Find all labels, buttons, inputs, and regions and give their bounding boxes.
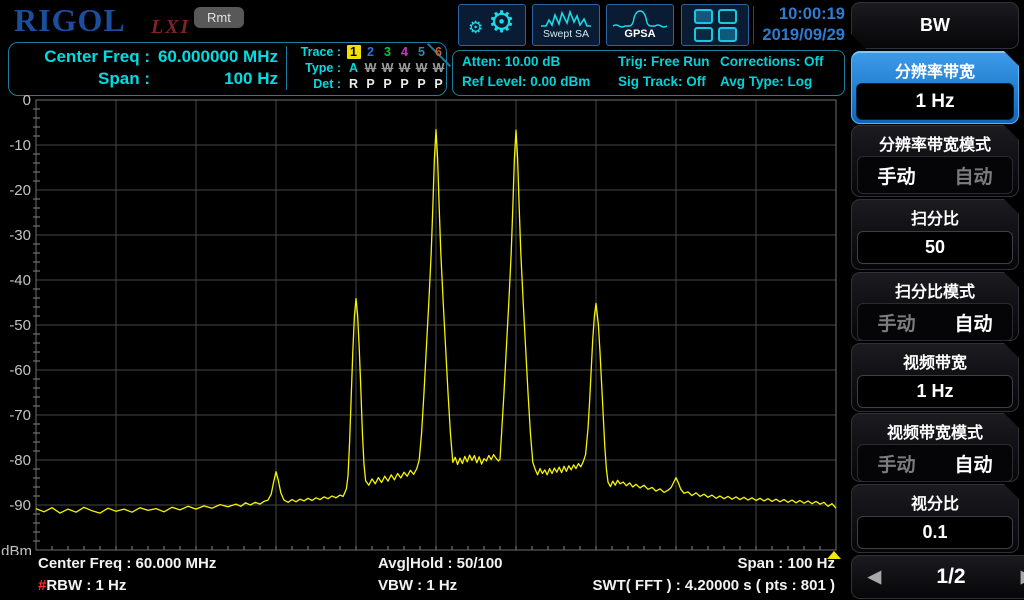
trace-detector: P xyxy=(413,76,430,92)
trace-detector: P xyxy=(379,76,396,92)
svg-text:dBm: dBm xyxy=(1,543,32,555)
type-row-label: Type : xyxy=(293,60,341,76)
trace-type: W xyxy=(413,60,430,76)
rbw-value: 1 Hz xyxy=(856,83,1014,120)
corrections-avg-column: Corrections: Off Avg Type: Log xyxy=(720,52,824,92)
rigol-logo: RIGOL xyxy=(14,2,126,39)
vbw-label: 视频带宽 xyxy=(852,344,1018,373)
time-display: 10:00:19 xyxy=(735,4,845,25)
sweep-ratio-mode-manual[interactable]: 手动 xyxy=(877,309,915,336)
svg-text:-80: -80 xyxy=(9,452,31,469)
sweep-ratio-value: 50 xyxy=(857,231,1013,264)
footer-span: Span : 100 Hz xyxy=(655,555,835,572)
rbw-label: 分辨率带宽 xyxy=(852,53,1018,82)
svg-text:0: 0 xyxy=(23,95,31,109)
rbw-mode-auto[interactable]: 自动 xyxy=(954,162,992,189)
system-settings-button[interactable]: ⚙⚙ xyxy=(458,4,526,46)
rbw-mode-label: 分辨率带宽模式 xyxy=(852,126,1018,155)
trace-number: 3 xyxy=(379,44,396,60)
date-display: 2019/09/29 xyxy=(735,25,845,46)
ref-level-value: Ref Level: 0.00 dBm xyxy=(462,72,590,92)
trace-number: 1 xyxy=(347,45,361,59)
span-label: Span : xyxy=(14,69,150,89)
svg-text:-30: -30 xyxy=(9,227,31,244)
gpsa-waveform-icon xyxy=(612,10,668,30)
vbw-mode-auto[interactable]: 自动 xyxy=(954,450,992,477)
lxi-badge: LXI xyxy=(151,16,190,39)
footer-center-freq: Center Freq : 60.000 MHz xyxy=(38,555,216,572)
softkey-sweep-ratio-mode[interactable]: 扫分比模式 手动 自动 xyxy=(851,272,1019,341)
avg-type-value: Avg Type: Log xyxy=(720,72,824,92)
footer-rbw: #RBW : 1 Hz xyxy=(38,577,126,594)
trace-detector: P xyxy=(430,76,447,92)
svg-text:-50: -50 xyxy=(9,317,31,334)
trace-number: 2 xyxy=(362,44,379,60)
gpsa-mode-button[interactable]: GPSA xyxy=(606,4,674,46)
softkey-vbw-mode[interactable]: 视频带宽模式 手动 自动 xyxy=(851,413,1019,482)
softkey-rbw[interactable]: 分辨率带宽 1 Hz xyxy=(851,51,1019,124)
clock: 10:00:19 2019/09/29 xyxy=(735,4,845,46)
sweep-ratio-label: 扫分比 xyxy=(852,200,1018,229)
softkey-vbw[interactable]: 视频带宽 1 Hz xyxy=(851,343,1019,412)
svg-text:-20: -20 xyxy=(9,182,31,199)
softkey-rbw-mode[interactable]: 分辨率带宽模式 手动 自动 xyxy=(851,125,1019,197)
trace-row-label: Trace : xyxy=(293,44,341,60)
swept-sa-mode-button[interactable]: Swept SA xyxy=(532,4,600,46)
page-prev-arrow-icon[interactable]: ◀ xyxy=(868,567,881,587)
sweep-ratio-mode-auto[interactable]: 自动 xyxy=(954,309,992,336)
sig-track-value: Sig Track: Off xyxy=(618,72,710,92)
trace-number: 5 xyxy=(413,44,430,60)
trig-sigtrack-column: Trig: Free Run Sig Track: Off xyxy=(618,52,710,92)
menu-title-bw: BW xyxy=(851,2,1019,49)
trace-type: A xyxy=(345,60,362,76)
spectrum-graph: 0 -10 -20 -30 -40 -50 -60 -70 -80 -90 dBm xyxy=(0,95,848,555)
v-ratio-value: 0.1 xyxy=(857,516,1013,549)
gear-icon: ⚙⚙ xyxy=(459,5,525,45)
vbw-mode-manual[interactable]: 手动 xyxy=(877,450,915,477)
panel-divider xyxy=(286,46,287,90)
v-ratio-label: 视分比 xyxy=(852,485,1018,514)
four-squares-icon xyxy=(694,9,737,42)
svg-text:-10: -10 xyxy=(9,137,31,154)
corrections-value: Corrections: Off xyxy=(720,52,824,72)
swept-sa-label: Swept SA xyxy=(543,28,589,40)
trace-detector: R xyxy=(345,76,362,92)
vbw-value: 1 Hz xyxy=(857,375,1013,408)
softkey-sweep-ratio[interactable]: 扫分比 50 xyxy=(851,199,1019,270)
trace-detector: P xyxy=(362,76,379,92)
center-freq-value: 60.000000 MHz xyxy=(150,47,278,67)
trace-detector: P xyxy=(396,76,413,92)
sweep-ratio-mode-label: 扫分比模式 xyxy=(852,273,1018,302)
span-value: 100 Hz xyxy=(150,69,278,89)
softkey-v-ratio[interactable]: 视分比 0.1 xyxy=(851,484,1019,553)
menu-pager[interactable]: ◀ 1/2 ▶ xyxy=(851,555,1024,599)
trace-type: W xyxy=(396,60,413,76)
trace-type: W xyxy=(379,60,396,76)
atten-value: Atten: 10.00 dB xyxy=(462,52,590,72)
page-indicator: 1/2 xyxy=(936,565,965,589)
svg-text:-90: -90 xyxy=(9,497,31,514)
atten-ref-column: Atten: 10.00 dB Ref Level: 0.00 dBm xyxy=(462,52,590,92)
center-freq-label: Center Freq : xyxy=(14,47,150,67)
footer-vbw: VBW : 1 Hz xyxy=(378,577,457,594)
trig-value: Trig: Free Run xyxy=(618,52,710,72)
trace-number: 4 xyxy=(396,44,413,60)
footer-avg-hold: Avg|Hold : 50/100 xyxy=(378,555,503,572)
svg-text:-40: -40 xyxy=(9,272,31,289)
rbw-mode-manual[interactable]: 手动 xyxy=(877,162,915,189)
trace-number: 6 xyxy=(430,44,447,60)
trace-status-table: Trace : 123456 Type : AWWWWW Det : RPPPP… xyxy=(293,44,447,92)
remote-indicator-badge: Rmt xyxy=(194,7,244,28)
vbw-mode-label: 视频带宽模式 xyxy=(852,414,1018,443)
footer-swt: SWT( FFT ) : 4.20000 s ( pts : 801 ) xyxy=(535,577,835,594)
trace-type: W xyxy=(362,60,379,76)
spectrum-analyzer-screen: RIGOL LXI Rmt ⚙⚙ Swept SA GPSA 10:00:19 … xyxy=(0,0,1024,600)
trace-type: W xyxy=(430,60,447,76)
gpsa-label: GPSA xyxy=(624,28,655,40)
swept-sa-waveform-icon xyxy=(540,10,592,30)
det-row-label: Det : xyxy=(293,76,341,92)
svg-text:-60: -60 xyxy=(9,362,31,379)
svg-text:-70: -70 xyxy=(9,407,31,424)
